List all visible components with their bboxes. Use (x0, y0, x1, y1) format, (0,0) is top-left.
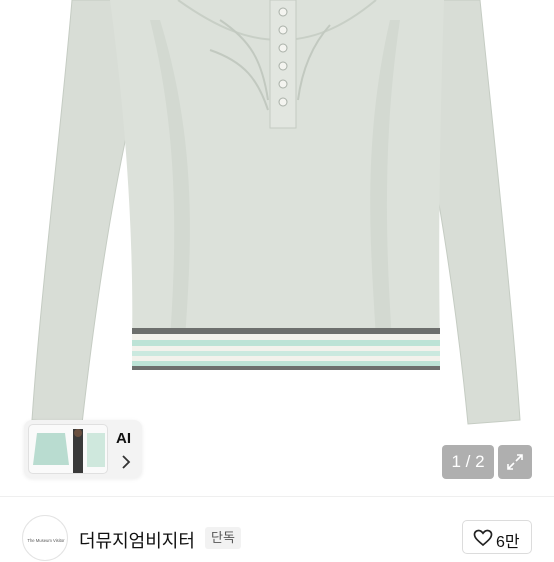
ai-label: AI (116, 430, 131, 447)
store-logo-image: The Museum Visitor (27, 538, 65, 543)
heart-outline-icon (473, 529, 493, 547)
thumbnail-image (33, 429, 105, 473)
expand-image-button[interactable] (498, 445, 532, 479)
section-divider (0, 496, 554, 497)
like-button[interactable]: 6만 (462, 520, 532, 554)
store-logo[interactable]: The Museum Visitor (22, 515, 68, 561)
ai-thumbnail (28, 424, 108, 474)
svg-text:The Museum Visitor: The Museum Visitor (27, 538, 65, 543)
exclusive-badge: 단독 (205, 527, 241, 549)
chevron-right-icon (122, 455, 131, 469)
like-count: 6만 (496, 534, 520, 551)
image-page-counter: 1 / 2 (442, 445, 494, 479)
store-name[interactable]: 더뮤지엄비지터 (79, 527, 195, 553)
expand-arrows-icon (507, 454, 523, 470)
ai-recommendation-card[interactable]: AI (24, 420, 142, 478)
